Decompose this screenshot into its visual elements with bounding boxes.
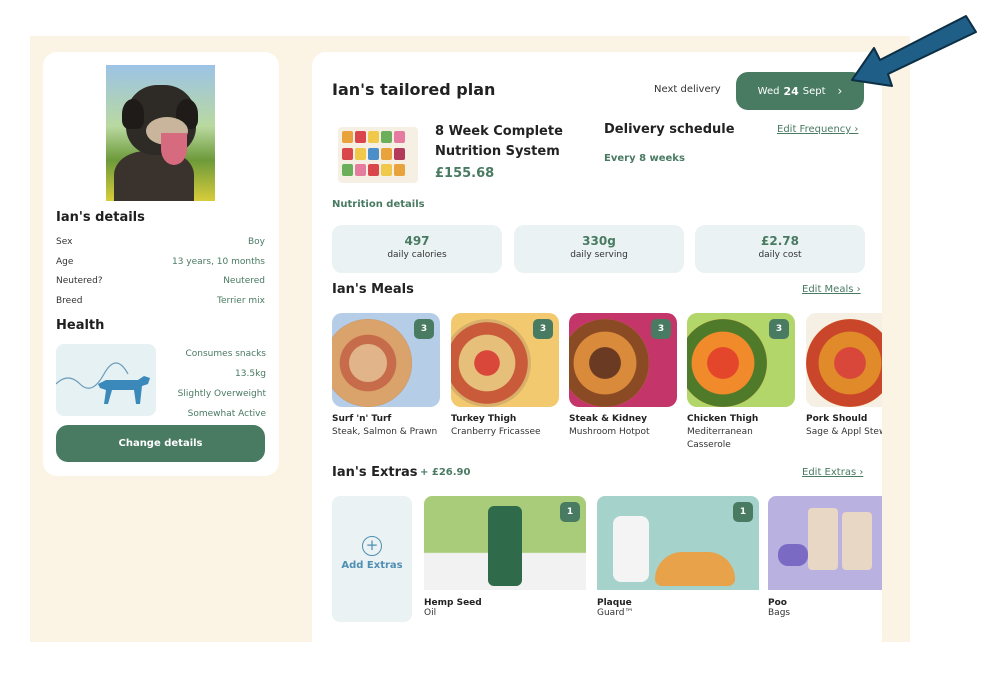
- delivery-schedule-title: Delivery schedule: [604, 122, 735, 137]
- dog-silhouette-icon: [56, 344, 156, 416]
- extra-description: Guard™: [597, 608, 634, 618]
- meal-card[interactable]: 3 Chicken Thigh Mediterranean Casserole: [687, 313, 795, 452]
- nutrition-details-label: Nutrition details: [332, 199, 425, 210]
- extra-quantity-badge: 1: [733, 502, 753, 522]
- extra-image: 1: [424, 496, 586, 590]
- extra-name: Poo: [768, 598, 787, 608]
- extra-quantity-badge: 1: [560, 502, 580, 522]
- dog-photo: [106, 65, 215, 201]
- dog-profile-card: Ian's details Sex Boy Age 13 years, 10 m…: [43, 52, 279, 476]
- meal-name: Turkey Thigh: [451, 414, 517, 424]
- next-delivery-button[interactable]: Wed 24 Sept ›: [736, 72, 864, 110]
- annotation-arrow-icon: [851, 15, 977, 87]
- meal-name: Chicken Thigh: [687, 414, 759, 424]
- extra-description: Bags: [768, 608, 791, 618]
- meal-card[interactable]: 3 Turkey Thigh Cranberry Fricassee: [451, 313, 559, 439]
- meal-card[interactable]: Pork Should Sage & Appl Stew: [806, 313, 882, 439]
- product-image: [338, 127, 418, 183]
- meal-description: Mediterranean Casserole: [687, 427, 753, 450]
- extra-card[interactable]: 1 Hemp Seed Oil: [424, 496, 586, 618]
- extras-title: Ian's Extras: [332, 465, 418, 480]
- dog-details-title: Ian's details: [56, 210, 145, 225]
- extra-name: Plaque: [597, 598, 632, 608]
- meal-description: Cranberry Fricassee: [451, 427, 541, 437]
- extra-image: 1: [597, 496, 759, 590]
- extra-description: Oil: [424, 608, 437, 618]
- detail-row-sex: Sex Boy: [56, 237, 265, 247]
- delivery-schedule-value: Every 8 weeks: [604, 153, 685, 164]
- stat-daily-calories: 497 daily calories: [332, 225, 502, 273]
- stat-daily-serving: 330g daily serving: [514, 225, 684, 273]
- edit-extras-link[interactable]: Edit Extras ›: [802, 467, 863, 478]
- meal-image: 3: [451, 313, 559, 407]
- add-extras-button[interactable]: + Add Extras: [332, 496, 412, 622]
- edit-frequency-link[interactable]: Edit Frequency ›: [777, 124, 858, 135]
- meal-image: [806, 313, 882, 407]
- health-list: Consumes snacks 13.5kg Slightly Overweig…: [177, 349, 266, 419]
- extra-card[interactable]: Poo Bags: [768, 496, 882, 618]
- detail-row-neutered: Neutered? Neutered: [56, 276, 265, 286]
- chevron-right-icon: ›: [837, 84, 843, 98]
- meal-quantity-badge: 3: [414, 319, 434, 339]
- product-price: £155.68: [435, 166, 495, 181]
- meal-card[interactable]: 3 Steak & Kidney Mushroom Hotpot: [569, 313, 677, 439]
- meal-card[interactable]: 3 Surf 'n' Turf Steak, Salmon & Prawn: [332, 313, 440, 439]
- product-name: 8 Week Complete Nutrition System: [435, 124, 563, 159]
- detail-row-breed: Breed Terrier mix: [56, 296, 265, 306]
- meal-name: Steak & Kidney: [569, 414, 647, 424]
- plus-circle-icon: +: [362, 536, 382, 556]
- meal-name: Surf 'n' Turf: [332, 414, 392, 424]
- extra-image: [768, 496, 882, 590]
- health-title: Health: [56, 318, 105, 333]
- meal-image: 3: [569, 313, 677, 407]
- stat-daily-cost: £2.78 daily cost: [695, 225, 865, 273]
- extra-name: Hemp Seed: [424, 598, 482, 608]
- plan-card: Ian's tailored plan Next delivery Wed 24…: [312, 52, 882, 642]
- meal-quantity-badge: 3: [769, 319, 789, 339]
- meal-name: Pork Should: [806, 414, 868, 424]
- next-delivery-label: Next delivery: [654, 84, 721, 95]
- meal-image: 3: [332, 313, 440, 407]
- meals-title: Ian's Meals: [332, 282, 414, 297]
- meal-description: Steak, Salmon & Prawn: [332, 427, 438, 437]
- meal-quantity-badge: 3: [533, 319, 553, 339]
- meal-image: 3: [687, 313, 795, 407]
- page-background: Ian's details Sex Boy Age 13 years, 10 m…: [30, 36, 910, 642]
- edit-meals-link[interactable]: Edit Meals ›: [802, 284, 861, 295]
- detail-row-age: Age 13 years, 10 months: [56, 257, 265, 267]
- change-details-button[interactable]: Change details: [56, 425, 265, 462]
- meal-quantity-badge: 3: [651, 319, 671, 339]
- meal-description: Sage & Appl Stew: [806, 427, 882, 437]
- meal-description: Mushroom Hotpot: [569, 427, 650, 437]
- extra-card[interactable]: 1 Plaque Guard™: [597, 496, 759, 618]
- plan-title: Ian's tailored plan: [332, 80, 496, 99]
- extras-price: + £26.90: [420, 467, 471, 478]
